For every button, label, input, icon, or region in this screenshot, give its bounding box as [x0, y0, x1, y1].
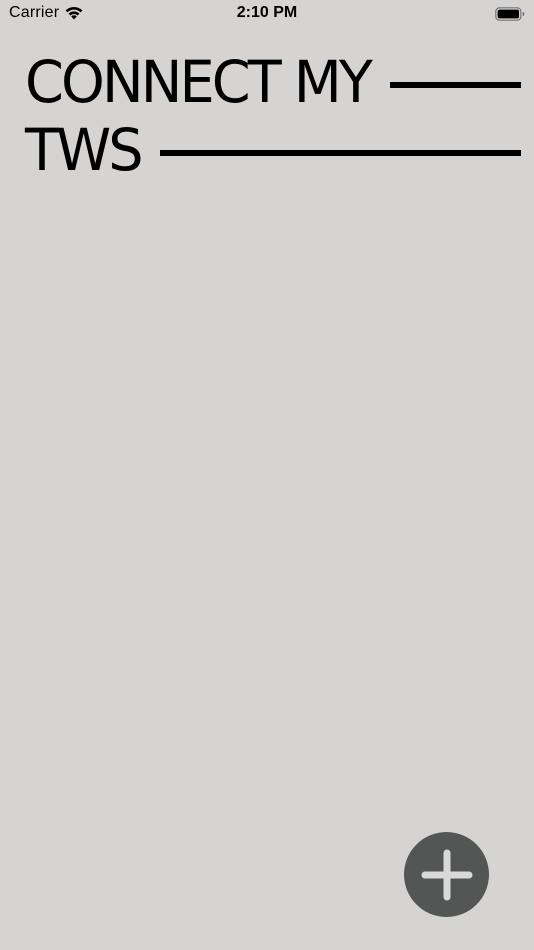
title-rule-1: [390, 82, 521, 88]
battery-full-icon: [495, 6, 525, 21]
title-rule-2: [159, 150, 521, 156]
page-title: CONNECT MY TWS: [25, 48, 521, 184]
status-time: 2:10 PM: [236, 4, 298, 21]
plus-icon: [421, 849, 472, 900]
status-bar: Carrier 2:10 PM: [0, 0, 534, 28]
title-line-1: CONNECT MY: [25, 48, 521, 116]
title-text-line-1: CONNECT MY: [25, 48, 373, 116]
title-text-line-2: TWS: [25, 116, 144, 184]
title-line-2: TWS: [25, 116, 521, 184]
add-device-button[interactable]: [404, 832, 489, 917]
